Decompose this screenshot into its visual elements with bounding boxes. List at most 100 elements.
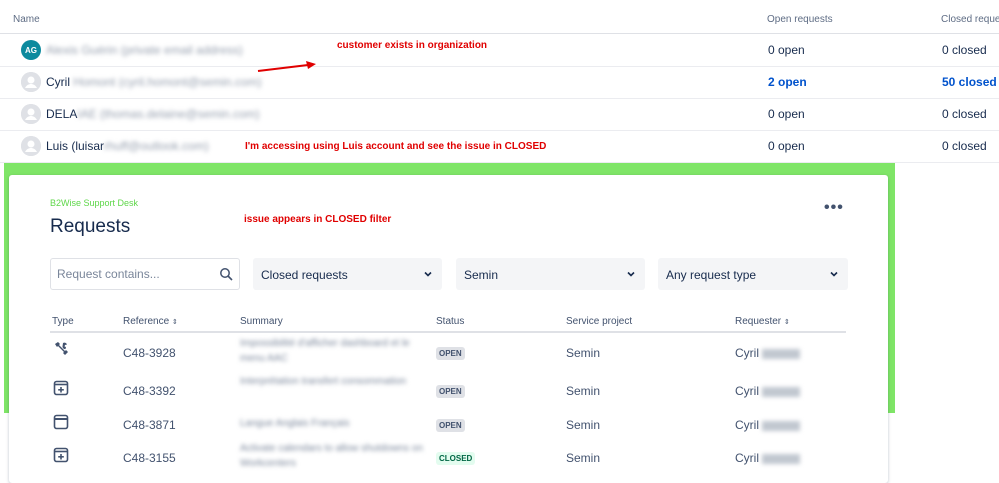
customer-name-redacted: rhuff@outlook.com)	[104, 139, 209, 153]
avatar	[21, 104, 41, 124]
open-count-link[interactable]: 2 open	[768, 75, 807, 89]
col-summary: Summary	[240, 316, 283, 327]
service-project: Semin	[566, 384, 601, 398]
screenshot-root: Name Open requests Closed reque AG Alexi…	[0, 0, 999, 483]
col-reference[interactable]: Reference ⇕	[123, 316, 178, 327]
user-icon	[21, 72, 41, 92]
status-badge: OPEN	[436, 385, 465, 398]
avatar	[21, 72, 41, 92]
col-service-project: Service project	[566, 316, 633, 327]
status-badge: OPEN	[436, 347, 465, 360]
col-closed-requests: Closed reque	[941, 14, 999, 25]
status-badge: CLOSED	[436, 452, 476, 465]
closed-count-link[interactable]: 50 closed	[942, 75, 997, 89]
service-project: Semin	[566, 451, 601, 465]
chevron-down-icon	[830, 271, 838, 277]
avatar	[21, 136, 41, 156]
col-type: Type	[52, 316, 74, 327]
user-icon	[21, 104, 41, 124]
requester-name: Cyril	[735, 346, 759, 360]
request-reference[interactable]: C48-3392	[123, 384, 176, 398]
request-summary[interactable]: Interprétation transfert consommation	[240, 374, 430, 389]
requester-redacted	[762, 348, 801, 359]
open-count: 0 open	[768, 43, 805, 57]
service-project: Semin	[566, 346, 601, 360]
requester-name: Cyril	[735, 451, 759, 465]
requester-name: Cyril	[735, 384, 759, 398]
customer-name-visible: Cyril	[46, 75, 70, 89]
closed-count: 0 closed	[942, 107, 987, 121]
customer-name-redacted: Homont (cyril.homont@semin.com)	[73, 75, 262, 89]
requester-redacted	[762, 386, 801, 397]
annotation-closed-filter: issue appears in CLOSED filter	[244, 214, 392, 225]
requester-redacted	[762, 453, 801, 464]
col-requester[interactable]: Requester ⇕	[735, 316, 790, 327]
request-reference[interactable]: C48-3155	[123, 451, 176, 465]
open-count: 0 open	[768, 139, 805, 153]
search-icon[interactable]	[219, 267, 233, 281]
customer-row[interactable]: DELAIAE (thomas.delaine@semin.com) 0 ope…	[0, 98, 999, 130]
col-status: Status	[436, 316, 465, 327]
customer-name: Cyril Homont (cyril.homont@semin.com)	[46, 75, 262, 89]
requester: Cyril	[735, 346, 801, 360]
closed-count: 0 closed	[942, 139, 987, 153]
page-title: Requests	[50, 216, 131, 237]
red-arrow-icon	[257, 61, 316, 72]
closed-count: 0 closed	[942, 43, 987, 57]
request-summary[interactable]: Langue Anglais Français	[240, 416, 430, 431]
avatar-initials: AG	[25, 45, 37, 55]
window-icon	[53, 414, 69, 430]
customer-row[interactable]: AG Alexis Guérin (private email address)…	[0, 34, 999, 66]
status-filter-value: Closed requests	[261, 268, 348, 282]
request-type-filter-value: Any request type	[666, 268, 757, 282]
search-input[interactable]	[57, 267, 207, 281]
annotation-accessing: I'm accessing using Luis account and see…	[245, 141, 547, 152]
requester: Cyril	[735, 384, 801, 398]
search-box[interactable]	[50, 258, 240, 290]
customer-name: Luis (luisarrhuff@outlook.com)	[46, 139, 209, 153]
customer-name: Alexis Guérin (private email address)	[46, 43, 243, 57]
tools-icon	[55, 342, 68, 355]
status-badge: OPEN	[436, 419, 465, 432]
customer-name-redacted: IAE (thomas.delaine@semin.com)	[77, 107, 260, 121]
requester: Cyril	[735, 418, 801, 432]
user-icon	[21, 136, 41, 156]
plus-box-icon	[53, 447, 69, 463]
customer-name-visible: DELA	[46, 107, 78, 121]
open-count: 0 open	[768, 107, 805, 121]
request-reference[interactable]: C48-3928	[123, 346, 176, 360]
col-name: Name	[13, 14, 40, 25]
status-filter-select[interactable]: Closed requests	[253, 258, 442, 290]
customer-row[interactable]: Cyril Homont (cyril.homont@semin.com) 2 …	[0, 66, 999, 98]
organization-filter-select[interactable]: Semin	[456, 258, 645, 290]
ellipsis-icon[interactable]: •••	[824, 199, 844, 217]
customer-name-redacted: Alexis Guérin (private email address)	[46, 43, 243, 57]
organization-filter-value: Semin	[464, 268, 499, 282]
requester-name: Cyril	[735, 418, 759, 432]
table-row[interactable]: C48-3928 Impossibilité d'afficher dashbo…	[0, 336, 999, 372]
annotation-customer-exists: customer exists in organization	[337, 40, 488, 51]
customers-table-header: Name Open requests Closed reque	[0, 0, 999, 34]
request-summary[interactable]: Activate calendars to allow shutdowns on…	[240, 441, 430, 471]
table-row[interactable]: C48-3155 Activate calendars to allow shu…	[0, 441, 999, 480]
request-summary[interactable]: Impossibilité d'afficher dashboard et le…	[240, 336, 430, 366]
chevron-down-icon	[424, 271, 432, 277]
request-type-filter-select[interactable]: Any request type	[658, 258, 848, 290]
customer-name-visible: Luis (luisar	[46, 139, 105, 153]
requester: Cyril	[735, 451, 801, 465]
avatar: AG	[21, 40, 41, 60]
request-reference[interactable]: C48-3871	[123, 418, 176, 432]
sort-icon[interactable]: ⇕	[784, 319, 790, 326]
col-reference-label: Reference	[123, 316, 170, 327]
table-row[interactable]: C48-3871 Langue Anglais Français OPEN Se…	[0, 410, 999, 446]
col-requester-label: Requester	[735, 316, 782, 327]
requester-redacted	[762, 420, 801, 431]
help-center-breadcrumb[interactable]: B2Wise Support Desk	[50, 198, 138, 208]
chevron-down-icon	[627, 271, 635, 277]
table-row[interactable]: C48-3392 Interprétation transfert consom…	[0, 374, 999, 410]
col-open-requests: Open requests	[767, 14, 833, 25]
table-header-divider	[50, 331, 846, 333]
customer-name: DELAIAE (thomas.delaine@semin.com)	[46, 107, 260, 121]
service-project: Semin	[566, 418, 601, 432]
sort-icon[interactable]: ⇕	[172, 319, 178, 326]
